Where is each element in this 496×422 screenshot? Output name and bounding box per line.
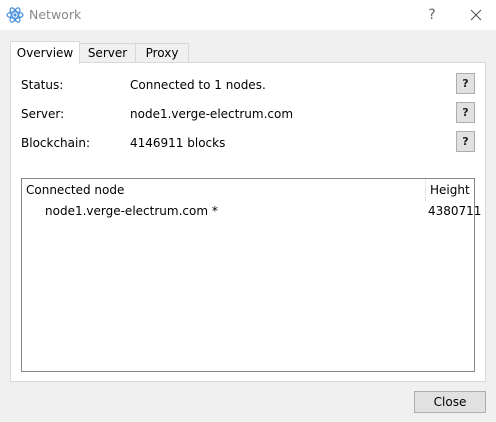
column-divider: [425, 179, 426, 201]
tab-server[interactable]: Server: [79, 43, 136, 63]
electrum-logo-icon: [6, 7, 24, 23]
status-help-button[interactable]: ?: [456, 73, 475, 94]
blockchain-label: Blockchain:: [21, 136, 90, 150]
close-icon[interactable]: [464, 5, 488, 25]
status-label: Status:: [21, 78, 64, 92]
column-header-node[interactable]: Connected node: [26, 179, 125, 201]
help-button[interactable]: ?: [420, 3, 444, 27]
server-value: node1.verge-electrum.com: [130, 107, 294, 121]
status-value: Connected to 1 nodes.: [130, 78, 266, 92]
blockchain-value: 4146911 blocks: [130, 136, 226, 150]
column-header-height[interactable]: Height: [430, 179, 470, 201]
table-row[interactable]: node1.verge-electrum.com * 4380711: [22, 201, 481, 221]
connected-nodes-table[interactable]: Connected node Height node1.verge-electr…: [21, 178, 481, 372]
node-cell: node1.verge-electrum.com *: [45, 204, 218, 218]
title-bar: Network ?: [0, 0, 496, 30]
server-help-button[interactable]: ?: [456, 102, 475, 123]
tab-proxy[interactable]: Proxy: [135, 43, 189, 63]
height-cell: 4380711: [428, 204, 482, 218]
window-title: Network: [29, 7, 82, 22]
blockchain-help-button[interactable]: ?: [456, 131, 475, 152]
server-label: Server:: [21, 107, 65, 121]
close-button[interactable]: Close: [414, 391, 486, 413]
tab-overview[interactable]: Overview: [10, 41, 80, 64]
overview-panel: Status: Connected to 1 nodes. ? Server: …: [10, 62, 486, 382]
